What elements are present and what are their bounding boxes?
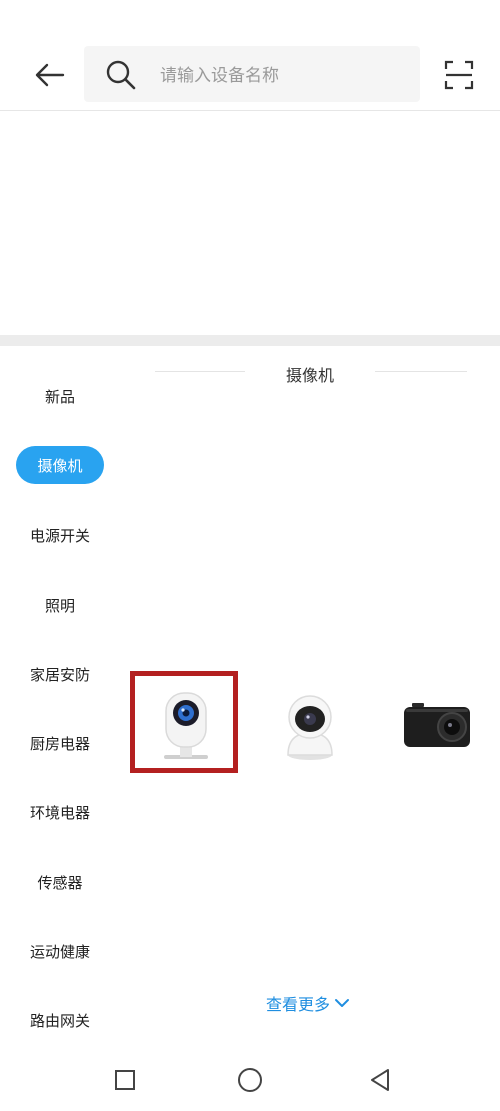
recents-button[interactable]: [105, 1060, 145, 1100]
sidebar-item-fitness[interactable]: 运动健康: [0, 931, 120, 971]
sidebar-item-label: 照明: [44, 596, 75, 615]
home-icon: [238, 1068, 262, 1092]
chevron-down-icon: [335, 999, 350, 1007]
action-camera-icon: [404, 703, 470, 747]
view-more-label: 查看更多: [266, 995, 331, 1014]
sidebar-item-label: 运动健康: [29, 942, 90, 961]
search-icon: [106, 60, 136, 90]
sidebar-item-sensors[interactable]: 传感器: [0, 862, 120, 902]
sidebar-item-label: 摄像机: [37, 456, 83, 475]
sidebar-item-label: 路由网关: [29, 1011, 90, 1030]
highlight-box: [130, 671, 238, 773]
view-more-link[interactable]: 查看更多: [266, 990, 386, 1016]
sidebar-item-label: 环境电器: [29, 803, 90, 822]
system-back-button[interactable]: [360, 1060, 400, 1100]
sidebar-item-label: 新品: [44, 387, 75, 406]
sidebar-item-label: 电源开关: [29, 526, 90, 545]
search-input[interactable]: [158, 58, 412, 94]
scan-icon[interactable]: [444, 60, 474, 90]
section-title: 摄像机: [285, 366, 334, 385]
sidebar-item-kitchen[interactable]: 厨房电器: [0, 723, 120, 763]
section-divider: [0, 335, 500, 346]
sidebar-item-new[interactable]: 新品: [0, 376, 120, 416]
back-arrow-icon: [35, 63, 65, 87]
sidebar-item-lighting[interactable]: 照明: [0, 585, 120, 625]
title-divider-right: [375, 371, 467, 372]
home-button[interactable]: [230, 1060, 270, 1100]
back-icon: [371, 1069, 389, 1091]
sidebar-item-label: 传感器: [37, 873, 83, 892]
sidebar-item-label: 家居安防: [29, 665, 90, 684]
sidebar-item-power-switch[interactable]: 电源开关: [0, 515, 120, 555]
sidebar-item-router[interactable]: 路由网关: [0, 1000, 120, 1040]
sidebar-item-camera[interactable]: 摄像机: [16, 446, 104, 484]
sidebar-item-home-security[interactable]: 家居安防: [0, 654, 120, 694]
sidebar-item-environment[interactable]: 环境电器: [0, 792, 120, 832]
recents-icon: [115, 1070, 135, 1090]
product-action-camera[interactable]: [382, 675, 492, 775]
sidebar-item-label: 厨房电器: [29, 734, 90, 753]
back-button[interactable]: [30, 57, 70, 93]
product-pan-tilt-camera[interactable]: [255, 675, 365, 775]
title-divider-left: [155, 371, 245, 372]
pan-tilt-camera-icon: [287, 695, 333, 760]
